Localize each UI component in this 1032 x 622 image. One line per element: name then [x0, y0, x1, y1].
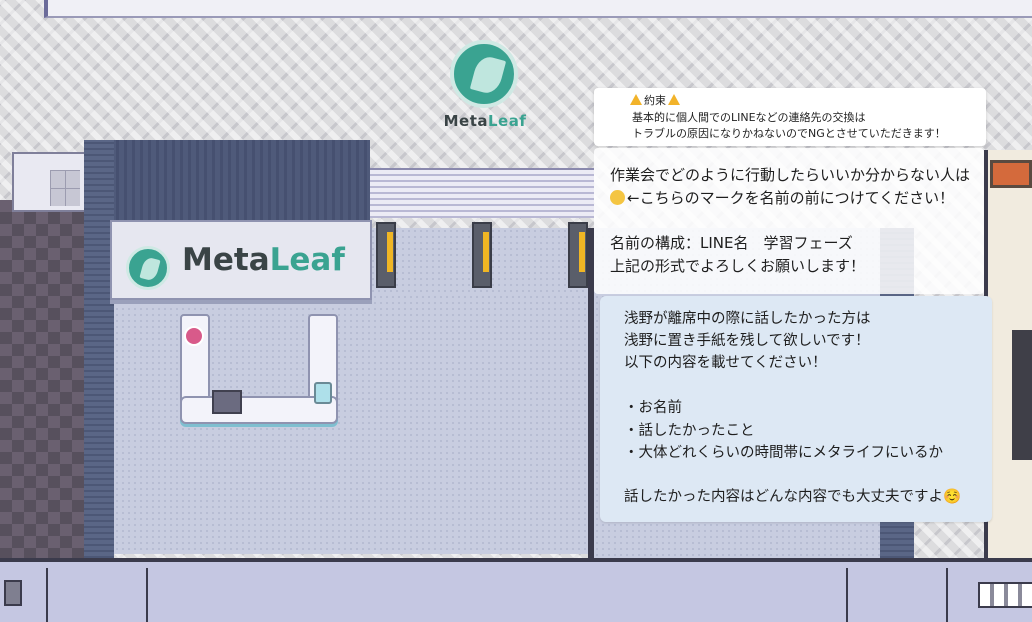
message-item: ・話したかったこと — [624, 423, 755, 439]
metaleaf-sign: MetaLeaf — [110, 220, 372, 300]
left-checkered-floor — [0, 200, 84, 558]
guidance-line: ←こちらのマークを名前の前につけてください！ — [627, 189, 955, 207]
message-item: ・大体どれくらいの時間帯にメタライフにいるか — [624, 445, 943, 461]
window-tiles — [978, 582, 1032, 608]
floor-logo-text: MetaLeaf — [440, 112, 530, 130]
message-line: 浅野に置き手紙を残して欲しいです！ — [624, 333, 870, 349]
notice-line: 基本的に個人間でのLINEなどの連絡先の交換は — [632, 111, 866, 124]
entrance-rail — [370, 168, 594, 218]
bottom-wall — [0, 558, 1032, 622]
left-window — [12, 152, 86, 212]
notice-line: トラブルの原因になりかねないのでNGとさせていただきます！ — [632, 127, 946, 140]
sign-word-a: Meta — [182, 242, 270, 278]
flower-pot-icon — [184, 326, 204, 346]
sign-word-b: Leaf — [269, 242, 345, 278]
guidance-line: 名前の構成：LINE名 学習フェーズ — [610, 234, 853, 252]
notice-title-row: 約束 — [628, 92, 682, 109]
message-line: 浅野が離席中の際に話したかった方は — [624, 311, 871, 327]
notice-board-message[interactable]: 浅野が離席中の際に話したかった方は 浅野に置き手紙を残して欲しいです！ 以下の内… — [600, 296, 992, 522]
floor-logo-word-a: Meta — [443, 112, 488, 130]
leaf-logo-icon — [450, 40, 518, 108]
guidance-line-with-icon: ←こちらのマークを名前の前につけてください！ — [610, 187, 954, 209]
notice-title: 約束 — [644, 94, 666, 107]
message-item: ・お名前 — [624, 400, 682, 416]
notice-board-promise[interactable]: 約束 基本的に個人間でのLINEなどの連絡先の交換は トラブルの原因になりかねな… — [594, 88, 986, 146]
guidance-line: 上記の形式でよろしくお願いします！ — [610, 257, 866, 275]
floor-logo-word-b: Leaf — [488, 112, 527, 130]
top-wall-strip — [44, 0, 1032, 18]
jar-icon — [314, 382, 332, 404]
computer-icon[interactable] — [212, 390, 242, 414]
wall-picture — [990, 160, 1032, 188]
entry-gate[interactable] — [376, 222, 396, 288]
entry-gate[interactable] — [568, 222, 588, 288]
message-line: 以下の内容を載せてください！ — [624, 355, 827, 371]
sign-text: MetaLeaf — [182, 242, 345, 278]
entry-gate[interactable] — [472, 222, 492, 288]
room-top-wall — [84, 140, 370, 220]
guidance-line: 作業会でどのように行動したらいいか分からない人は — [610, 166, 971, 184]
notice-board-guidance[interactable]: 作業会でどのように行動したらいいか分からない人は ←こちらのマークを名前の前につ… — [594, 148, 984, 294]
reception-counter[interactable] — [180, 314, 338, 424]
floor-logo: MetaLeaf — [440, 40, 530, 135]
room-left-wall — [84, 140, 114, 558]
warning-icon — [630, 94, 642, 105]
warning-icon — [668, 94, 680, 105]
leaf-logo-icon — [126, 246, 170, 290]
right-shelf — [1012, 330, 1032, 460]
message-closing: 話したかった内容はどんな内容でも大丈夫ですよ☺️ — [624, 489, 962, 505]
door-icon[interactable] — [4, 580, 22, 606]
face-emoji-icon — [610, 190, 625, 205]
